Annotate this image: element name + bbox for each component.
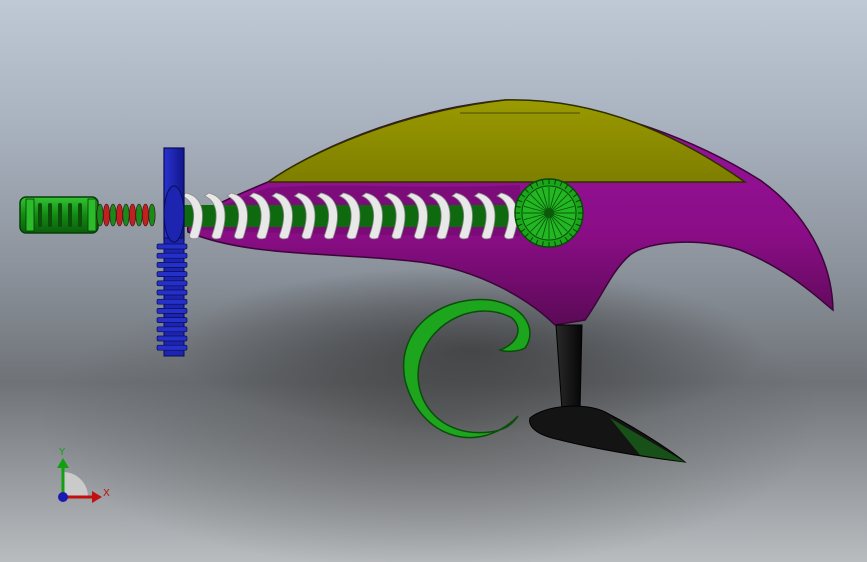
triad-y-label: Y [58,447,66,458]
triad-z-axis [58,492,68,502]
triad-x-label: X [103,488,110,499]
view-triad[interactable]: Y X [0,0,867,562]
graphics-viewport[interactable]: Y X [0,0,867,562]
triad-x-arrow [92,491,102,503]
triad-xy-arc [63,472,88,497]
triad-y-arrow [57,458,69,468]
